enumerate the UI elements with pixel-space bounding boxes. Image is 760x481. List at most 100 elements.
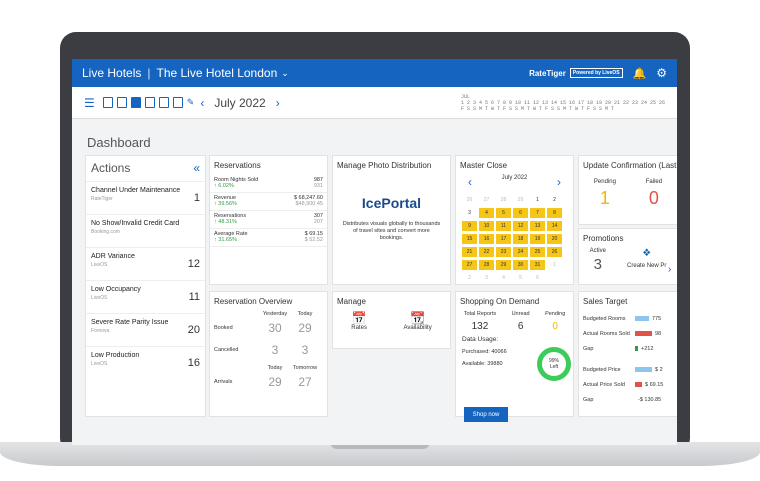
action-item[interactable]: ADR Variance LiveOS 12	[86, 247, 205, 280]
unread-count[interactable]: 6	[512, 321, 530, 332]
reservations-title: Reservations	[214, 161, 261, 170]
action-item[interactable]: Low Occupancy LiveOS 11	[86, 280, 205, 313]
calendar-day[interactable]: 24	[513, 247, 528, 257]
metric-change: 6.02%	[218, 183, 234, 189]
org-name[interactable]: Live Hotels	[82, 66, 141, 80]
calendar-day[interactable]: 28	[496, 195, 511, 205]
collapse-icon[interactable]: «	[193, 161, 200, 175]
date-strip[interactable]: JUL 1 2 3 4 5 6 7 8 9 10 11 12 13 14 15 …	[461, 94, 665, 112]
calendar-day[interactable]: 4	[479, 208, 494, 218]
next-arrow[interactable]: ›	[557, 175, 561, 189]
photo-distribution-card[interactable]: Manage Photo Distribution IcePortal Dist…	[332, 155, 451, 285]
availability-button[interactable]: 📆 Availability	[403, 311, 431, 331]
pending-label: Pending	[593, 179, 616, 185]
calendar-day[interactable]: 20	[547, 234, 562, 244]
calendar-day[interactable]: 2	[462, 273, 477, 283]
chevron-down-icon[interactable]: ⌄	[281, 68, 289, 79]
action-item[interactable]: Channel Under Maintenance RateTiger 1	[86, 181, 205, 214]
calendar-day[interactable]: 5	[496, 208, 511, 218]
active-count[interactable]: 3	[590, 256, 606, 273]
action-name: Channel Under Maintenance	[91, 187, 181, 194]
tomorrow-header: Tomorrow	[292, 365, 318, 371]
calendar-day[interactable]: 19	[530, 234, 545, 244]
calendar-day[interactable]: 14	[547, 221, 562, 231]
target-value: +212	[641, 345, 654, 352]
calendar-view-icon[interactable]	[158, 97, 169, 108]
calendar-day[interactable]: 6	[530, 273, 545, 283]
next-month-arrow[interactable]: ›	[276, 96, 280, 110]
edit-icon[interactable]: ✎	[187, 97, 195, 108]
update-title: Update Confirmation (Last 7 D	[583, 161, 677, 170]
calendar-day[interactable]: 18	[513, 234, 528, 244]
total-reports[interactable]: 132	[464, 321, 496, 332]
calendar-day[interactable]: 13	[530, 221, 545, 231]
next-arrow-icon[interactable]: ›	[668, 264, 671, 275]
target-value: 775	[652, 315, 662, 322]
calendar-day[interactable]: 6	[513, 208, 528, 218]
calendar-day[interactable]: 26	[462, 195, 477, 205]
menu-icon[interactable]: ☰	[84, 96, 95, 110]
failed-label: Failed	[645, 179, 663, 185]
bell-icon[interactable]: 🔔	[633, 67, 647, 80]
action-item[interactable]: Low Production LiveOS 16	[86, 346, 205, 379]
calendar-day[interactable]: 3	[479, 273, 494, 283]
gear-icon[interactable]: ⚙	[656, 66, 667, 80]
calendar-day[interactable]: 25	[530, 247, 545, 257]
calendar-day[interactable]: 2	[547, 195, 562, 205]
failed-count[interactable]: 0	[646, 188, 662, 209]
calendar-day[interactable]: 27	[479, 195, 494, 205]
pending-reports[interactable]: 0	[545, 321, 565, 332]
arrow-up-icon: ↑	[214, 219, 217, 225]
calendar-view-icon[interactable]	[116, 97, 127, 108]
calendar-day[interactable]: 8	[547, 208, 562, 218]
calendar-view-icon[interactable]	[102, 97, 113, 108]
action-count: 11	[188, 291, 200, 303]
action-item[interactable]: No Show/Invalid Credit Card Booking.com	[86, 214, 205, 247]
calendar-day[interactable]: 26	[547, 247, 562, 257]
calendar-day[interactable]: 22	[479, 247, 494, 257]
calendar-day[interactable]: 1	[530, 195, 545, 205]
calendar-day[interactable]: 3	[462, 208, 477, 218]
master-close-calendar[interactable]: 26 27 28 29 1 2 3 4 5 6 7 8 9 10 11 12 13 14 15 16 17 18 19 20 2…	[456, 195, 573, 283]
calendar-day[interactable]: 27	[462, 260, 477, 270]
actions-title: Actions	[91, 161, 131, 175]
create-promotion-link[interactable]: Create New Pr	[627, 263, 666, 269]
calendar-day[interactable]: 16	[479, 234, 494, 244]
pending-count[interactable]: 1	[594, 188, 616, 209]
calendar-view-icon[interactable]	[172, 97, 183, 108]
metric-change: 39.56%	[218, 201, 237, 207]
target-label: Actual Rooms Sold	[583, 330, 630, 337]
laptop-base	[0, 442, 760, 466]
action-source: Booking.com	[91, 229, 120, 235]
calendar-day[interactable]: 10	[479, 221, 494, 231]
calendar-day[interactable]: 28	[479, 260, 494, 270]
action-item[interactable]: Severe Rate Parity Issue Fornova 20	[86, 313, 205, 346]
calendar-day[interactable]: 9	[462, 221, 477, 231]
calendar-view-icon[interactable]	[130, 97, 141, 108]
calendar-day[interactable]: 21	[462, 247, 477, 257]
arrow-up-icon: ↑	[214, 201, 217, 207]
calendar-day[interactable]: 31	[530, 260, 545, 270]
calendar-day[interactable]: 23	[496, 247, 511, 257]
calendar-day[interactable]: 5	[513, 273, 528, 283]
shop-now-button[interactable]: Shop now	[464, 407, 508, 422]
calendar-day[interactable]: 7	[530, 208, 545, 218]
calendar-day[interactable]: 30	[513, 260, 528, 270]
action-name: Severe Rate Parity Issue	[91, 319, 169, 326]
calendar-day[interactable]: 11	[496, 221, 511, 231]
prev-arrow[interactable]: ‹	[468, 175, 472, 189]
prev-month-arrow[interactable]: ‹	[200, 96, 204, 110]
calendar-day[interactable]: 29	[513, 195, 528, 205]
calendar-view-icon[interactable]	[144, 97, 155, 108]
calendar-day[interactable]: 12	[513, 221, 528, 231]
calendar-day[interactable]: 17	[496, 234, 511, 244]
calendar-day[interactable]: 4	[496, 273, 511, 283]
master-close-card: Master Close ‹ July 2022 › 26 27 28 29 1 2 3 4 5…	[455, 155, 574, 285]
calendar-day[interactable]: 15	[462, 234, 477, 244]
metric-previous: $48,900.45	[295, 201, 323, 207]
sales-target-row: Gap -$ 130.85	[579, 392, 677, 407]
calendar-day[interactable]: 29	[496, 260, 511, 270]
calendar-day[interactable]: 1	[547, 260, 562, 270]
hotel-selector[interactable]: The Live Hotel London	[157, 66, 278, 80]
rates-button[interactable]: 📅 Rates	[351, 311, 367, 331]
